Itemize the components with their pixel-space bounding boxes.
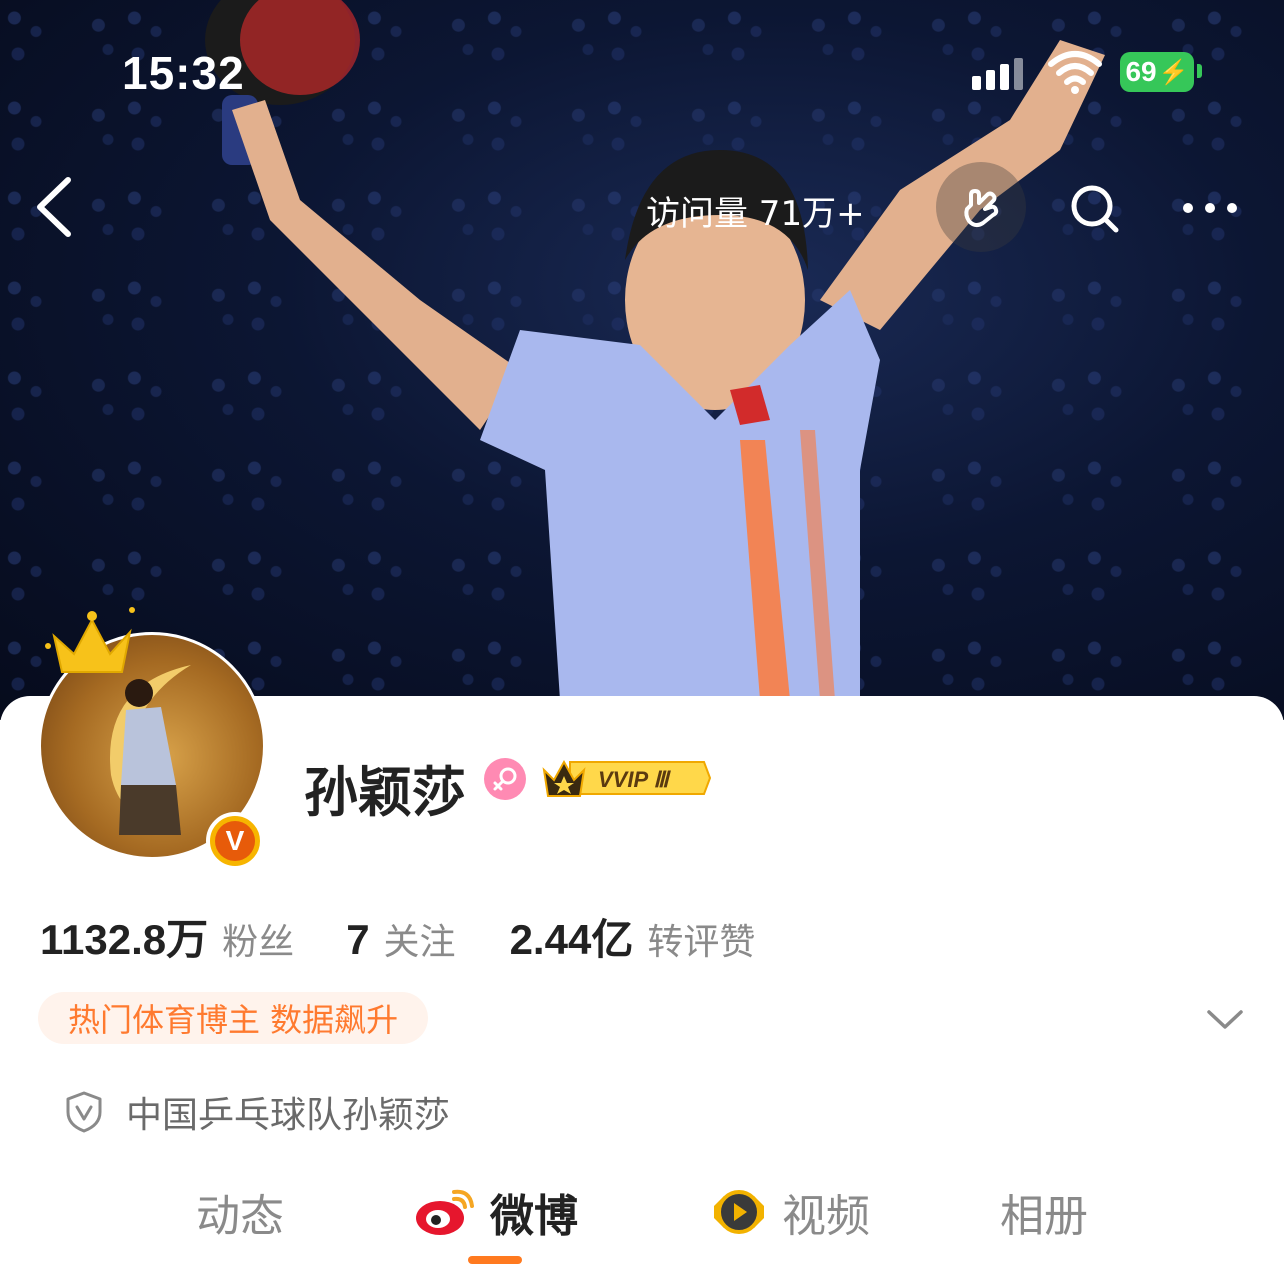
verified-badge-letter: V	[215, 821, 255, 861]
battery-level: 69	[1125, 56, 1157, 87]
more-icon[interactable]	[1182, 198, 1238, 218]
search-icon[interactable]	[1068, 182, 1122, 236]
verification-text: 中国乒乓球队孙颖莎	[126, 1095, 451, 1136]
profile-tabs: 动态 微博 视频 相册	[0, 1180, 1284, 1250]
cover-photo[interactable]	[0, 0, 1284, 720]
likes-label[interactable]: 转评赞	[647, 913, 755, 965]
charging-icon: ⚡	[1158, 58, 1189, 86]
active-tab-indicator	[468, 1256, 522, 1264]
tab-album[interactable]: 相册	[1000, 1180, 1088, 1244]
battery-indicator: 69 ⚡	[1120, 52, 1194, 92]
visit-count: 访问量 71万+	[646, 194, 865, 234]
player-figure	[205, 0, 1105, 700]
back-icon[interactable]	[34, 176, 74, 238]
weibo-logo-icon	[416, 1189, 474, 1235]
vvip-label: VVIP Ⅲ	[598, 767, 671, 792]
wave-button[interactable]	[936, 162, 1026, 252]
hand-wave-icon	[964, 189, 999, 228]
vvip-badge[interactable]: VVIP Ⅲ	[540, 756, 712, 804]
shield-icon	[66, 1091, 102, 1133]
followers-unit: 万	[166, 915, 209, 964]
tab-weibo-label: 微博	[490, 1191, 578, 1242]
tab-videos-label: 视频	[782, 1191, 870, 1242]
wifi-icon	[1048, 51, 1102, 94]
followers-label[interactable]: 粉丝	[222, 913, 294, 965]
crown-icon	[45, 607, 135, 673]
tab-feed-label: 动态	[196, 1191, 284, 1242]
battery-nub	[1197, 64, 1202, 78]
tab-album-label: 相册	[1000, 1191, 1088, 1242]
tab-feed[interactable]: 动态	[196, 1180, 284, 1244]
video-badge-icon	[714, 1190, 764, 1234]
profile-name: 孙颖莎	[304, 761, 466, 824]
signal-icon	[972, 58, 1023, 90]
verification-row: 中国乒乓球队孙颖莎	[64, 1086, 450, 1138]
following-count[interactable]: 7	[346, 916, 369, 964]
followers-count[interactable]: 1132.8	[40, 916, 166, 964]
following-label[interactable]: 关注	[384, 913, 456, 965]
likes-unit: 亿	[591, 915, 634, 964]
tab-weibo[interactable]: 微博	[414, 1180, 578, 1244]
verified-badge: V	[206, 812, 264, 870]
stats-row: 1132.8 万 粉丝 7 关注 2.44 亿 转评赞	[40, 906, 755, 967]
chevron-down-icon[interactable]	[1206, 1008, 1244, 1032]
likes-count[interactable]: 2.44	[510, 916, 592, 964]
hot-blogger-tag[interactable]: 热门体育博主 数据飙升	[38, 992, 429, 1044]
female-icon	[484, 758, 526, 800]
status-time: 15:32	[122, 47, 245, 99]
tab-videos[interactable]: 视频	[708, 1180, 870, 1244]
